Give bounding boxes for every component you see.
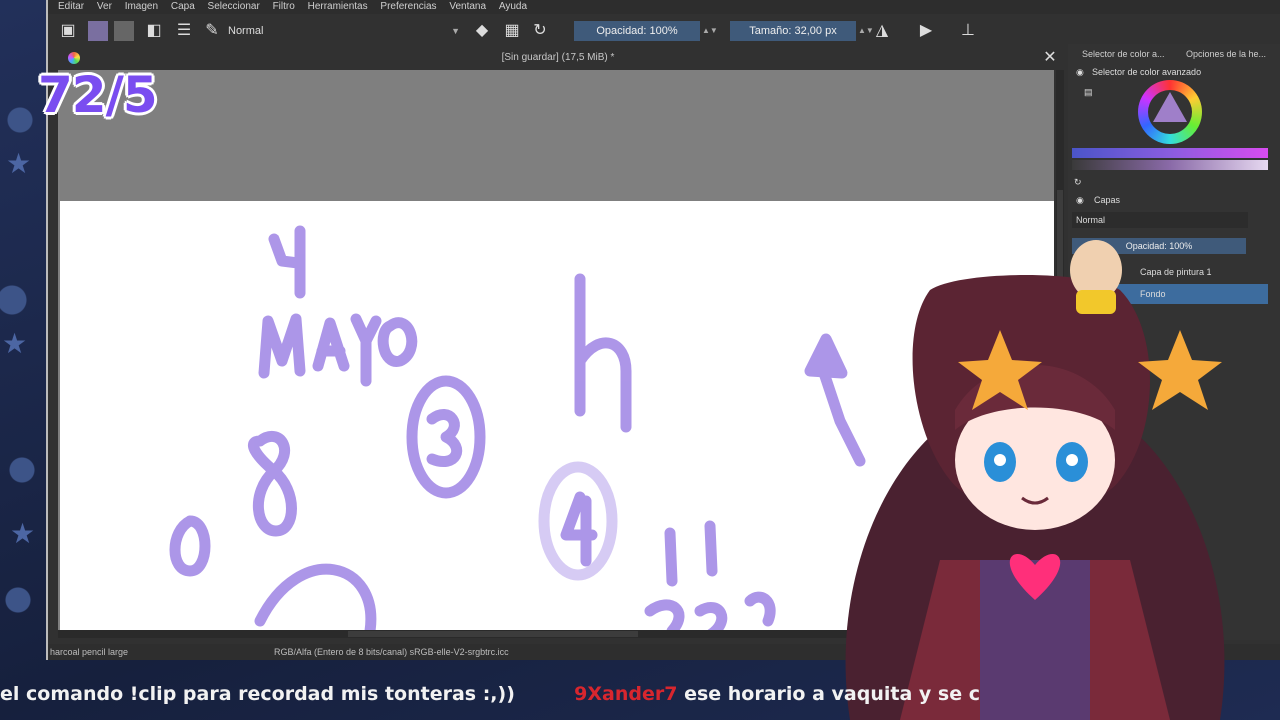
stroke-4 (268, 225, 306, 299)
tab-tool-options[interactable]: Opciones de la he... (1186, 49, 1266, 59)
avatar-right-eye-shine (1066, 454, 1078, 466)
avatar-left-eye-shine (994, 454, 1006, 466)
menu-capa[interactable]: Capa (171, 0, 195, 14)
stroke-2020 (644, 591, 776, 630)
size-spinner[interactable]: ▲▼ (858, 21, 874, 41)
color-swap-icon[interactable]: ◧ (144, 21, 164, 41)
document-title: [Sin guardar] (17,5 MiB) * (501, 52, 615, 63)
alpha-lock-icon[interactable]: ▦ (502, 21, 522, 41)
star-decoration: ★ (6, 148, 32, 179)
chevron-down-icon: ▼ (451, 26, 460, 36)
reload-preset-icon[interactable]: ↻ (530, 21, 550, 41)
menu-bar: Editar Ver Imagen Capa Seleccionar Filtr… (48, 0, 1280, 14)
color-settings-icon[interactable]: ▤ (1084, 84, 1100, 100)
blend-mode-select[interactable]: Normal ▼ (228, 21, 464, 41)
menu-imagen[interactable]: Imagen (125, 0, 158, 14)
ticker-username: 9Xander7 (574, 683, 678, 705)
gradient-preset-icon[interactable] (88, 21, 108, 41)
stroke-4b (560, 491, 598, 567)
color-selector-header: ◉ Selector de color avanzado (1068, 64, 1280, 80)
value-slider[interactable] (1072, 160, 1268, 170)
brush-preset-icon[interactable]: ✎ (202, 21, 222, 41)
menu-ventana[interactable]: Ventana (449, 0, 486, 14)
color-wheel[interactable] (1138, 80, 1202, 144)
menu-herramientas[interactable]: Herramientas (308, 0, 368, 14)
brush-settings-icon[interactable]: ☰ (174, 21, 194, 41)
menu-ayuda[interactable]: Ayuda (499, 0, 527, 14)
avatar-mini-figure-body (1076, 290, 1116, 314)
stroke-circle-4 (538, 461, 618, 581)
ticker-message: ese horario a vaquita y se c (684, 683, 980, 705)
stroke-h (574, 273, 632, 433)
stroke-arc (254, 563, 377, 630)
menu-editar[interactable]: Editar (58, 0, 84, 14)
tab-color-selector[interactable]: Selector de color a... (1082, 49, 1165, 59)
vtuber-avatar (845, 240, 1225, 720)
opacity-spinner[interactable]: ▲▼ (702, 21, 718, 41)
stroke-ticks (664, 520, 718, 587)
stroke-3 (426, 409, 463, 467)
size-value: Tamaño: 32,00 px (749, 25, 837, 37)
layers-lock-icon[interactable]: ◉ (1076, 192, 1084, 208)
opacity-slider[interactable]: Opacidad: 100% ▲▼ (574, 21, 718, 41)
tool-options-bar: ▣ ◧ ☰ ✎ Normal ▼ ◆ ▦ ↻ Opacidad: 100% ▲▼… (48, 14, 1058, 48)
star-decoration: ★ (2, 328, 28, 359)
layers-header: ◉ Capas (1068, 192, 1280, 208)
mirror-vertical-icon[interactable]: ▶ (916, 21, 936, 41)
blend-mode-value: Normal (228, 25, 264, 37)
stroke-8 (248, 430, 297, 537)
star-decoration: ★ (10, 518, 36, 549)
horizontal-scroll-thumb[interactable] (348, 631, 638, 637)
brush-name: harcoal pencil large (50, 647, 129, 657)
refresh-icon[interactable]: ↻ (1074, 174, 1090, 190)
opacity-value: Opacidad: 100% (596, 25, 678, 37)
color-selector-title: Selector de color avanzado (1092, 67, 1202, 77)
menu-filtro[interactable]: Filtro (273, 0, 295, 14)
chat-ticker: el comando !clip para recordad mis tonte… (0, 672, 1280, 720)
menu-ver[interactable]: Ver (97, 0, 112, 14)
color-space-info: RGB/Alfa (Entero de 8 bits/canal) sRGB-e… (274, 647, 509, 657)
avatar-star-right (1138, 330, 1222, 410)
docker-tabs: Selector de color a... Opciones de la he… (1068, 44, 1280, 66)
save-icon[interactable]: ▣ (58, 21, 78, 41)
stream-counter: 72/5 (38, 66, 158, 124)
layer-blend-value: Normal (1076, 215, 1106, 225)
close-document-icon[interactable]: ✕ (1040, 48, 1060, 68)
size-slider[interactable]: Tamaño: 32,00 px ▲▼ (730, 21, 874, 41)
menu-preferencias[interactable]: Preferencias (380, 0, 436, 14)
hue-slider[interactable] (1072, 148, 1268, 158)
layer-blend-select[interactable]: Normal (1072, 212, 1248, 228)
ticker-message: el comando !clip para recordad mis tonte… (0, 683, 515, 705)
color-triangle[interactable] (1153, 92, 1187, 122)
stroke-0 (169, 515, 211, 577)
layers-title: Capas (1094, 195, 1121, 205)
menu-seleccionar[interactable]: Seleccionar (208, 0, 260, 14)
wrap-around-icon[interactable]: ⊥ (958, 21, 978, 41)
stroke-mayo (258, 313, 418, 387)
mirror-horizontal-icon[interactable]: ◮ (872, 21, 892, 41)
pattern-preset-icon[interactable] (114, 21, 134, 41)
eraser-icon[interactable]: ◆ (472, 21, 492, 41)
docker-lock-icon[interactable]: ◉ (1076, 64, 1084, 80)
